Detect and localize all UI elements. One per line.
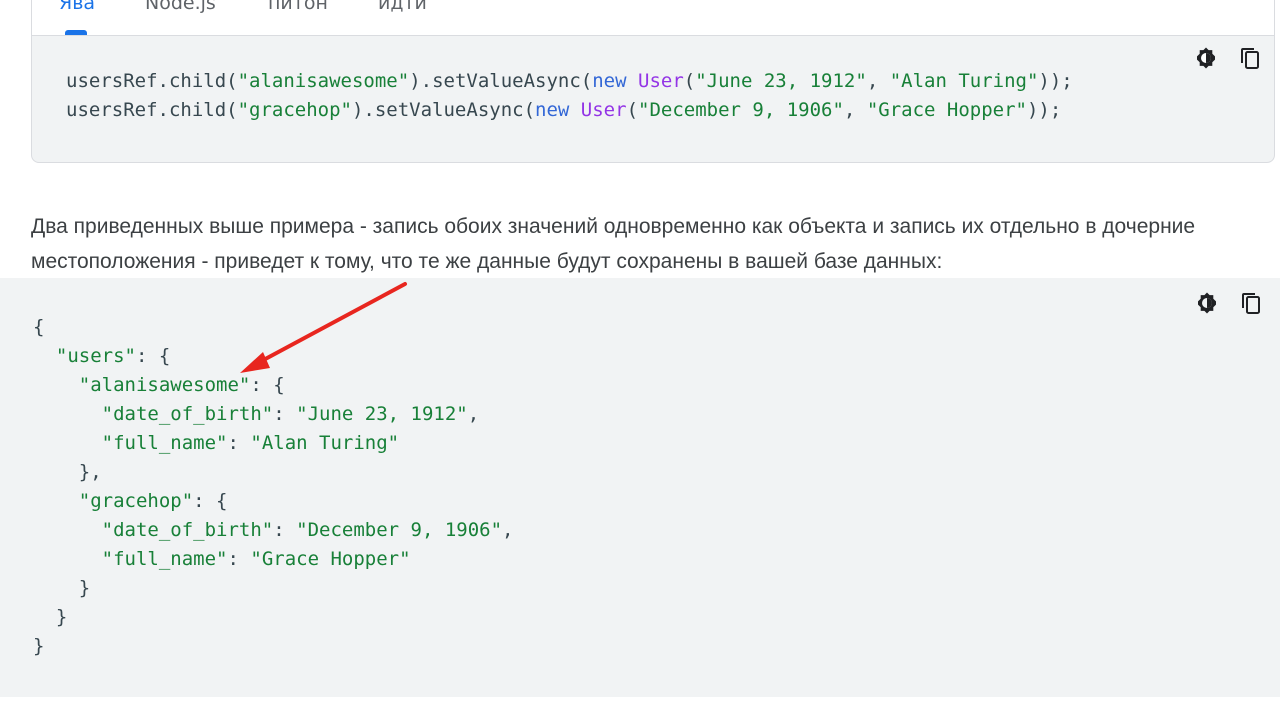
code-keyword: new bbox=[592, 70, 627, 92]
code-string: "June 23, 1912" bbox=[695, 70, 867, 92]
contrast-icon bbox=[1197, 47, 1215, 69]
json-key: "gracehop" bbox=[78, 490, 194, 512]
code-line: usersRef.child("alanisawesome").setValue… bbox=[66, 70, 1073, 92]
code-token: usersRef.child( bbox=[66, 70, 238, 92]
code-string: "gracehop" bbox=[237, 99, 352, 121]
code-token: usersRef.child( bbox=[66, 99, 238, 121]
json-key: "alanisawesome" bbox=[78, 374, 251, 396]
json-key: "date_of_birth" bbox=[101, 403, 274, 425]
code-token: ).setValueAsync( bbox=[351, 99, 536, 121]
code-type: User bbox=[580, 99, 627, 121]
tab-go[interactable]: идти bbox=[378, 0, 427, 14]
json-key: "full_name" bbox=[101, 548, 228, 570]
json-code-toolbar bbox=[1194, 290, 1264, 316]
tab-nodejs[interactable]: Node.js bbox=[145, 0, 216, 14]
json-brace: } bbox=[33, 635, 45, 657]
json-value: "December 9, 1906" bbox=[296, 519, 503, 541]
tab-python[interactable]: питон bbox=[268, 0, 328, 14]
copy-icon bbox=[1242, 293, 1260, 314]
theme-toggle-button[interactable] bbox=[1193, 45, 1219, 71]
json-value: "June 23, 1912" bbox=[296, 403, 468, 425]
java-code: usersRef.child("alanisawesome").setValue… bbox=[66, 67, 1073, 125]
code-string: "Grace Hopper" bbox=[866, 99, 1027, 121]
code-token: ).setValueAsync( bbox=[409, 70, 593, 92]
json-value: "Grace Hopper" bbox=[250, 548, 411, 570]
code-toolbar bbox=[1193, 45, 1263, 71]
java-code-box: usersRef.child("alanisawesome").setValue… bbox=[32, 35, 1274, 162]
code-token: ( bbox=[626, 99, 639, 121]
code-token: )); bbox=[1038, 70, 1073, 92]
json-brace: { bbox=[33, 316, 45, 338]
description-paragraph: Два приведенных выше примера - запись об… bbox=[31, 215, 1196, 273]
copy-button[interactable] bbox=[1238, 290, 1264, 316]
code-keyword: new bbox=[535, 99, 570, 121]
code-token: , bbox=[866, 70, 890, 92]
code-line: usersRef.child("gracehop").setValueAsync… bbox=[66, 99, 1061, 121]
json-key: "full_name" bbox=[101, 432, 228, 454]
copy-icon bbox=[1241, 48, 1259, 69]
language-tab-bar: Ява Node.js питон идти bbox=[32, 0, 1274, 36]
code-type: User bbox=[638, 70, 684, 92]
json-key: "users" bbox=[55, 345, 136, 367]
theme-toggle-button[interactable] bbox=[1194, 290, 1220, 316]
code-sample-tabs: Ява Node.js питон идти usersRef.child("a… bbox=[31, 0, 1275, 163]
json-value: "Alan Turing" bbox=[250, 432, 400, 454]
code-string: "Alan Turing" bbox=[889, 70, 1039, 92]
json-code-box: { "users": { "alanisawesome": { "date_of… bbox=[0, 278, 1280, 697]
code-token: , bbox=[843, 99, 867, 121]
json-key: "date_of_birth" bbox=[101, 519, 274, 541]
copy-button[interactable] bbox=[1237, 45, 1263, 71]
code-string: "alanisawesome" bbox=[237, 70, 410, 92]
json-code: { "users": { "alanisawesome": { "date_of… bbox=[33, 316, 514, 657]
contrast-icon bbox=[1198, 292, 1216, 314]
tab-java[interactable]: Ява bbox=[59, 0, 95, 14]
code-string: "December 9, 1906" bbox=[638, 99, 844, 121]
code-token: ( bbox=[683, 70, 696, 92]
code-token: )); bbox=[1026, 99, 1062, 121]
